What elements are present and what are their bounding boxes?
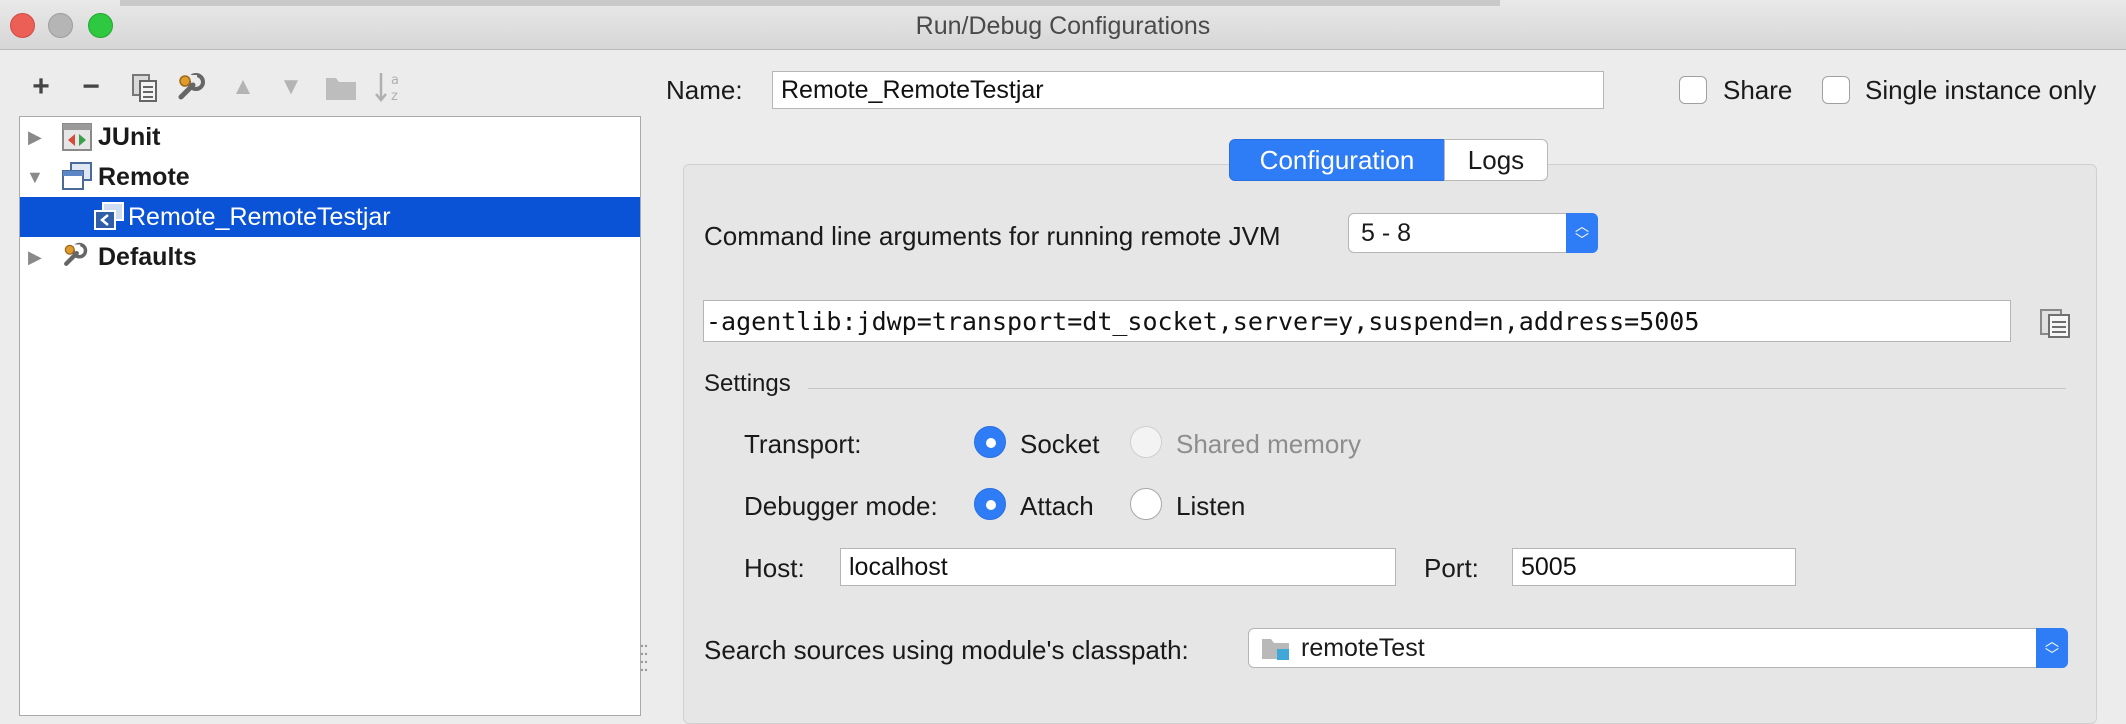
remove-configuration-button[interactable]: − <box>74 70 108 104</box>
sort-alphabetically-icon: a z <box>375 73 399 104</box>
tab-configuration[interactable]: Configuration <box>1229 139 1445 181</box>
module-classpath-select[interactable]: remoteTest ︿ ﹀ <box>1248 628 2068 668</box>
remote-icon <box>62 162 92 190</box>
share-checkbox[interactable] <box>1679 76 1707 104</box>
classpath-label: Search sources using module's classpath: <box>704 635 1189 665</box>
tree-item-remote-remotetestjar[interactable]: Remote_RemoteTestjar <box>20 197 640 237</box>
port-label: Port: <box>1424 553 1479 583</box>
debugger-listen-radio[interactable] <box>1130 488 1162 520</box>
window-title: Run/Debug Configurations <box>915 12 1211 40</box>
svg-text:z: z <box>391 89 398 104</box>
expand-arrow-icon[interactable]: ▶ <box>28 247 42 268</box>
copy-configuration-button[interactable] <box>128 70 162 104</box>
panel-splitter-handle[interactable] <box>640 640 648 680</box>
title-bar-strip <box>120 0 1500 6</box>
svg-text:a: a <box>391 73 399 88</box>
single-instance-checkbox[interactable] <box>1822 76 1850 104</box>
expand-arrow-icon[interactable]: ▶ <box>28 127 42 148</box>
tree-item-junit[interactable]: ▶ JUnit <box>20 117 640 157</box>
transport-label: Transport: <box>744 429 862 459</box>
tree-item-label: JUnit <box>98 122 161 151</box>
move-up-button[interactable]: ▲ <box>226 70 260 104</box>
select-stepper-icon: ︿ ﹀ <box>1566 213 1598 253</box>
copy-icon <box>132 74 157 102</box>
move-down-button[interactable]: ▼ <box>274 70 308 104</box>
tree-item-label: Defaults <box>98 242 197 271</box>
collapse-arrow-icon[interactable]: ▼ <box>26 167 44 188</box>
jvm-version-select[interactable]: 5 - 8 ︿ ﹀ <box>1348 213 1598 253</box>
tree-item-label: Remote_RemoteTestjar <box>128 202 391 231</box>
transport-socket-label: Socket <box>1020 429 1100 459</box>
title-bar: Run/Debug Configurations <box>0 0 2126 50</box>
name-input[interactable]: Remote_RemoteTestjar <box>772 71 1604 109</box>
jvm-version-value: 5 - 8 <box>1361 218 1412 247</box>
folder-icon <box>326 78 356 100</box>
settings-divider <box>808 388 2066 389</box>
transport-shared-memory-radio[interactable] <box>1130 426 1162 458</box>
edit-defaults-button[interactable] <box>174 70 208 104</box>
settings-section-title: Settings <box>704 370 791 397</box>
tree-item-label: Remote <box>98 162 190 191</box>
wrench-icon <box>64 242 88 266</box>
tree-item-defaults[interactable]: ▶ Defaults <box>20 237 640 277</box>
debugger-mode-label: Debugger mode: <box>744 491 938 521</box>
host-input[interactable]: localhost <box>840 548 1396 586</box>
add-configuration-button[interactable]: + <box>24 70 58 104</box>
transport-socket-radio[interactable] <box>974 426 1006 458</box>
debugger-listen-label: Listen <box>1176 491 1246 521</box>
share-label: Share <box>1723 75 1793 105</box>
junit-icon <box>62 123 92 151</box>
create-folder-button[interactable] <box>324 70 358 104</box>
single-instance-label: Single instance only <box>1865 75 2097 105</box>
debugger-attach-label: Attach <box>1020 491 1094 521</box>
select-stepper-icon: ︿ ﹀ <box>2036 628 2068 668</box>
port-input[interactable]: 5005 <box>1512 548 1796 586</box>
module-folder-icon <box>1262 639 1289 660</box>
name-label: Name: <box>666 75 743 105</box>
host-label: Host: <box>744 553 805 583</box>
tree-item-remote[interactable]: ▼ Remote <box>20 157 640 197</box>
transport-shared-memory-label: Shared memory <box>1176 429 1361 459</box>
debugger-attach-radio[interactable] <box>974 488 1006 520</box>
cmdline-label: Command line arguments for running remot… <box>704 221 1281 251</box>
copy-to-clipboard-icon[interactable] <box>2038 305 2072 339</box>
module-classpath-value: remoteTest <box>1301 633 1425 662</box>
sort-button[interactable]: a z <box>372 70 406 104</box>
wrench-icon <box>178 73 205 100</box>
configuration-tree[interactable]: ▶ JUnit ▼ Remote Remote_RemoteTestjar ▶ <box>19 116 641 716</box>
cmdline-field[interactable]: -agentlib:jdwp=transport=dt_socket,serve… <box>703 300 2011 342</box>
remote-config-icon <box>94 202 124 230</box>
tab-logs[interactable]: Logs <box>1444 139 1548 181</box>
